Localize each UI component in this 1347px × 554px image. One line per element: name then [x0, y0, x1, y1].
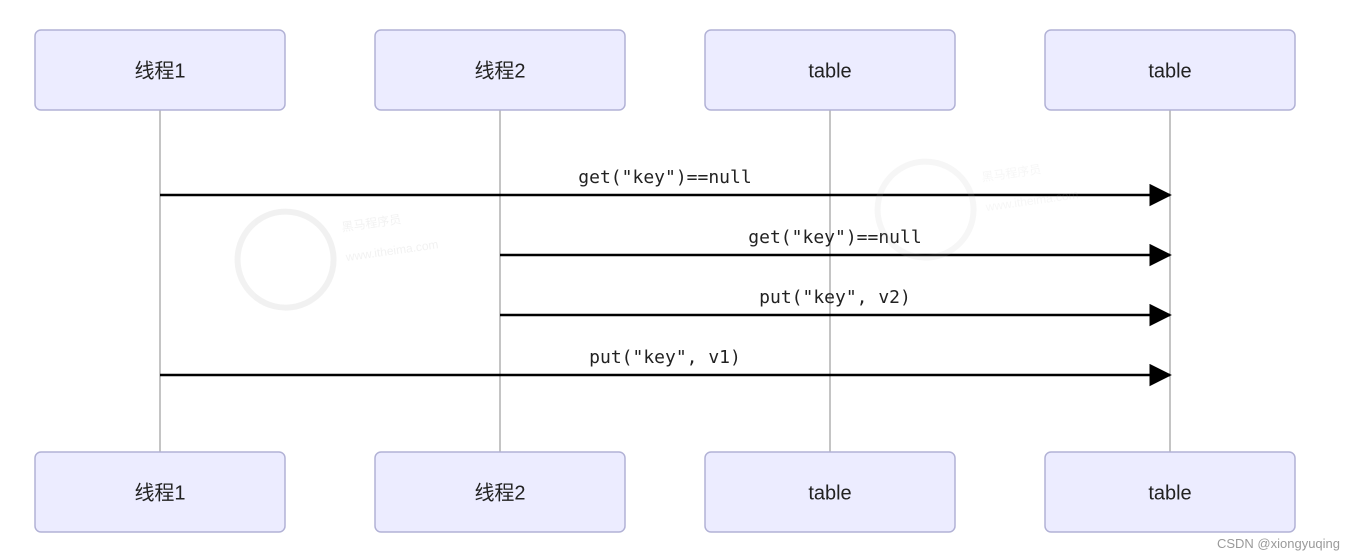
participant-label: 线程2 — [474, 481, 525, 504]
participant-top-p3: table — [705, 30, 955, 110]
sequence-diagram: 线程1 线程2 table table 线程1 线程2 table table … — [0, 0, 1347, 554]
watermark-left: 黑马程序员 www.itheima.com — [231, 191, 444, 314]
participant-label: 线程2 — [474, 59, 525, 82]
participant-bottom-p1: 线程1 — [35, 452, 285, 532]
participant-top-p2: 线程2 — [375, 30, 625, 110]
participant-bottom-p3: table — [705, 452, 955, 532]
message-label: get("key")==null — [578, 167, 751, 188]
participant-label: table — [808, 482, 851, 504]
credit-text: CSDN @xiongyuqing — [1217, 536, 1340, 551]
participant-label: 线程1 — [134, 59, 185, 82]
participant-label: table — [808, 60, 851, 82]
svg-text:黑马程序员: 黑马程序员 — [981, 161, 1043, 184]
participant-top-p4: table — [1045, 30, 1295, 110]
participant-label: 线程1 — [134, 481, 185, 504]
message-m4: put("key", v1) — [160, 347, 1170, 375]
participant-bottom-p4: table — [1045, 452, 1295, 532]
svg-text:黑马程序员: 黑马程序员 — [341, 211, 403, 234]
participant-top-p1: 线程1 — [35, 30, 285, 110]
participant-label: table — [1148, 60, 1191, 82]
svg-text:www.itheima.com: www.itheima.com — [984, 187, 1079, 214]
message-label: put("key", v1) — [589, 347, 741, 368]
message-label: put("key", v2) — [759, 287, 911, 308]
svg-text:www.itheima.com: www.itheima.com — [344, 237, 439, 264]
participant-bottom-p2: 线程2 — [375, 452, 625, 532]
participant-label: table — [1148, 482, 1191, 504]
message-m2: get("key")==null — [500, 227, 1170, 255]
message-m3: put("key", v2) — [500, 287, 1170, 315]
